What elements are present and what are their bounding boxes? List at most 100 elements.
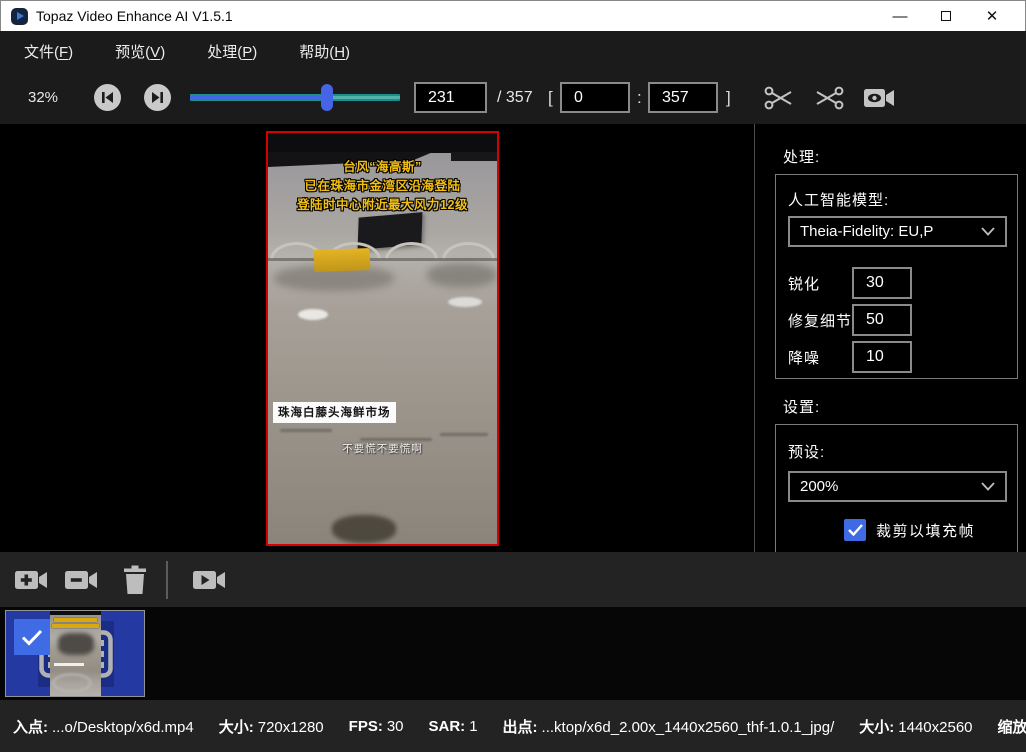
timeline-slider[interactable] [190,94,400,101]
water-streak [280,429,332,432]
denoise-label: 降噪 [788,347,852,368]
chevron-down-icon [981,482,995,491]
process-video-button[interactable] [190,564,228,596]
skip-to-start-icon [101,91,114,104]
trash-icon [122,565,148,595]
status-bar: 入点:...o/Desktop/x6d.mp4 大小:720x1280 FPS:… [0,700,1026,752]
add-video-button[interactable] [12,564,50,596]
status-input-path-value: ...o/Desktop/x6d.mp4 [52,719,194,736]
sharpen-input[interactable] [852,267,912,299]
range-end-input[interactable] [648,82,718,113]
trim-in-scissors-icon [764,85,794,111]
thumb-water-swirl [52,673,92,693]
status-input-size: 大小:720x1280 [219,716,324,737]
status-scale: 缩放:200% [998,716,1026,737]
denoise-row: 降噪 [788,341,912,373]
ai-model-value: Theia-Fidelity: EU,P [800,223,933,240]
menu-preview-pre: 预览( [115,44,150,61]
restore-details-row: 修复细节 [788,304,912,336]
checkmark-icon [848,524,863,536]
preview-camera-button[interactable] [862,83,896,113]
close-button[interactable]: ✕ [969,2,1015,31]
menu-process[interactable]: 处理(P) [197,37,267,66]
remove-video-icon [64,567,98,593]
settings-groupbox: 预设: 200% 裁剪以填充帧 [775,424,1018,564]
frame-total-label: / 357 [497,89,533,107]
process-section-label: 处理: [783,146,820,167]
video-subtitle-line-1: 台风“海高斯” [268,158,497,177]
add-video-icon [14,567,48,593]
title-bar: Topaz Video Enhance AI V1.5.1 — ✕ [0,0,1026,31]
video-preview[interactable]: 台风“海高斯” 已在珠海市金湾区沿海登陆 登陆时中心附近最大风力12级 珠海白藤… [266,131,499,546]
restore-details-label: 修复细节 [788,310,852,331]
remove-video-button[interactable] [62,564,100,596]
status-fps-value: 30 [387,718,404,735]
current-frame-input[interactable] [414,82,487,113]
denoise-input[interactable] [852,341,912,373]
status-fps-label: FPS: [349,718,383,735]
status-input-path-label: 入点: [13,719,48,736]
status-output-path-value: ...ktop/x6d_2.00x_1440x2560_thf-1.0.1_jp… [542,719,835,736]
video-location-label: 珠海白藤头海鲜市场 [273,402,396,423]
range-start-input[interactable] [560,82,630,113]
ai-model-dropdown[interactable]: Theia-Fidelity: EU,P [788,216,1007,247]
thumb-caption-smudge [54,663,84,666]
chevron-down-icon [981,227,995,236]
window-controls: — ✕ [877,2,1015,31]
maximize-button[interactable] [923,2,969,31]
crop-to-fill-label: 裁剪以填充帧 [876,520,975,541]
side-panel: 处理: 人工智能模型: Theia-Fidelity: EU,P 锐化 修复细节 [755,124,1026,552]
status-sar-value: 1 [469,718,477,735]
menu-help[interactable]: 帮助(H) [289,37,360,66]
video-caption: 不要慌不要慌啊 [268,441,497,456]
crop-to-fill-row: 裁剪以填充帧 [844,519,975,541]
preview-camera-icon [863,86,895,110]
status-input-size-label: 大小: [219,719,254,736]
menu-help-pre: 帮助( [299,44,334,61]
skip-to-start-button[interactable] [94,84,121,111]
app-window: Topaz Video Enhance AI V1.5.1 — ✕ 文件(F) … [0,0,1026,752]
delete-clip-button[interactable] [116,564,154,596]
status-input-size-value: 720x1280 [258,719,324,736]
timeline-slider-handle[interactable] [321,84,333,111]
video-dark-object [332,515,396,543]
ai-model-label: 人工智能模型: [788,189,889,210]
video-thumbnail-tile[interactable] [5,610,145,697]
trim-out-button[interactable] [812,83,846,113]
video-bridge [268,237,497,260]
status-output-path-label: 出点: [503,719,538,736]
menu-file[interactable]: 文件(F) [14,37,83,66]
menu-preview-key: V [150,44,160,61]
crop-to-fill-checkbox[interactable] [844,519,866,541]
water-streak [440,433,488,436]
status-sar: SAR:1 [429,718,478,735]
skip-to-end-button[interactable] [144,84,171,111]
process-groupbox: 人工智能模型: Theia-Fidelity: EU,P 锐化 修复细节 降噪 [775,174,1018,379]
trim-in-button[interactable] [762,83,796,113]
menu-bar: 文件(F) 预览(V) 处理(P) 帮助(H) [0,31,1026,72]
menu-preview-suf: ) [160,44,165,61]
preset-dropdown[interactable]: 200% [788,471,1007,502]
range-bracket-close: ] [726,88,731,108]
status-scale-label: 缩放: [998,719,1026,736]
video-yellow-sign [314,248,371,272]
video-flooded-car [298,309,328,320]
checkmark-icon [21,629,43,646]
restore-details-input[interactable] [852,304,912,336]
status-fps: FPS:30 [349,718,404,735]
preset-label: 预设: [788,441,825,462]
minimize-button[interactable]: — [877,2,923,31]
menu-help-key: H [334,44,345,61]
menu-preview[interactable]: 预览(V) [105,37,175,66]
thumbnail-strip [0,607,1026,700]
window-title: Topaz Video Enhance AI V1.5.1 [36,8,233,24]
maximize-icon [941,11,951,21]
menu-file-suf: ) [68,44,73,61]
thumbnail-checkbox[interactable] [14,619,50,655]
menu-file-pre: 文件( [24,44,59,61]
video-subtitle-line-3: 登陆时中心附近最大风力12级 [268,196,497,215]
status-output-size: 大小:1440x2560 [859,716,972,737]
toolbar-divider [166,561,168,599]
thumb-subtitle-smudge [54,618,97,622]
status-output-size-label: 大小: [859,719,894,736]
